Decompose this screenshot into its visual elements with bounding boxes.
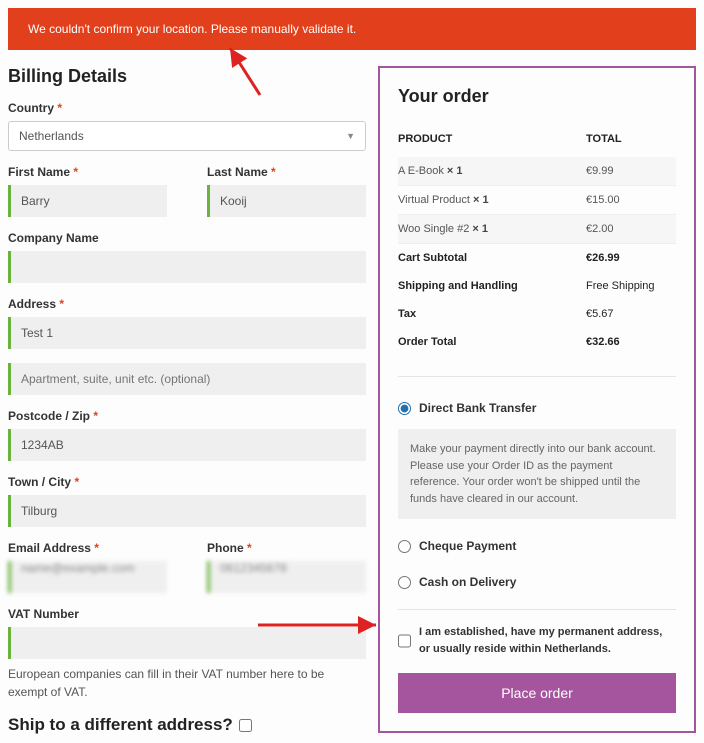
- address1-input[interactable]: [8, 317, 366, 349]
- town-label: Town / City *: [8, 475, 366, 489]
- table-row: Woo Single #2 × 1 €2.00: [398, 215, 676, 244]
- order-heading: Your order: [398, 86, 676, 107]
- pay-radio-cheque[interactable]: [398, 540, 411, 553]
- table-row: Virtual Product × 1 €15.00: [398, 186, 676, 215]
- table-row: Tax €5.67: [398, 300, 676, 328]
- ship-diff-label: Ship to a different address?: [8, 715, 233, 735]
- error-banner: We couldn't confirm your location. Pleas…: [8, 8, 696, 50]
- payment-methods: Direct Bank Transfer Make your payment d…: [398, 376, 676, 713]
- vat-help-text: European companies can fill in their VAT…: [8, 665, 366, 701]
- email-input[interactable]: name@example.com: [8, 561, 167, 593]
- email-label: Email Address *: [8, 541, 167, 555]
- table-row: Cart Subtotal €26.99: [398, 244, 676, 273]
- first-name-input[interactable]: [8, 185, 167, 217]
- country-label: Country *: [8, 101, 366, 115]
- company-label: Company Name: [8, 231, 366, 245]
- pay-radio-bank[interactable]: [398, 402, 411, 415]
- table-row: Order Total €32.66: [398, 328, 676, 356]
- table-row: Shipping and Handling Free Shipping: [398, 272, 676, 300]
- col-product: PRODUCT: [398, 127, 586, 157]
- town-input[interactable]: [8, 495, 366, 527]
- pay-bank-desc: Make your payment directly into our bank…: [398, 429, 676, 519]
- pay-opt-cod[interactable]: Cash on Delivery: [398, 567, 676, 597]
- country-select[interactable]: Netherlands ▼: [8, 121, 366, 151]
- phone-input[interactable]: 0612345678: [207, 561, 366, 593]
- pay-opt-cheque[interactable]: Cheque Payment: [398, 531, 676, 561]
- order-table: PRODUCT TOTAL A E-Book × 1 €9.99 Virtual…: [398, 127, 676, 356]
- address2-input[interactable]: [8, 363, 366, 395]
- first-name-label: First Name *: [8, 165, 167, 179]
- place-order-button[interactable]: Place order: [398, 673, 676, 713]
- billing-heading: Billing Details: [8, 66, 366, 87]
- billing-column: Billing Details Country * Netherlands ▼ …: [8, 66, 366, 735]
- company-input[interactable]: [8, 251, 366, 283]
- country-value: Netherlands: [19, 129, 84, 143]
- address-label: Address *: [8, 297, 366, 311]
- last-name-label: Last Name *: [207, 165, 366, 179]
- location-confirm-checkbox[interactable]: [398, 625, 411, 657]
- vat-label: VAT Number: [8, 607, 366, 621]
- pay-radio-cod[interactable]: [398, 576, 411, 589]
- last-name-input[interactable]: [207, 185, 366, 217]
- phone-label: Phone *: [207, 541, 366, 555]
- chevron-down-icon: ▼: [346, 131, 355, 141]
- col-total: TOTAL: [586, 127, 676, 157]
- table-row: A E-Book × 1 €9.99: [398, 157, 676, 186]
- postcode-label: Postcode / Zip *: [8, 409, 366, 423]
- location-confirm-text: I am established, have my permanent addr…: [419, 624, 676, 657]
- order-box: Your order PRODUCT TOTAL A E-Book × 1 €9…: [378, 66, 696, 733]
- pay-opt-bank[interactable]: Direct Bank Transfer: [398, 393, 676, 423]
- ship-diff-checkbox[interactable]: [239, 719, 252, 732]
- postcode-input[interactable]: [8, 429, 366, 461]
- vat-input[interactable]: [8, 627, 366, 659]
